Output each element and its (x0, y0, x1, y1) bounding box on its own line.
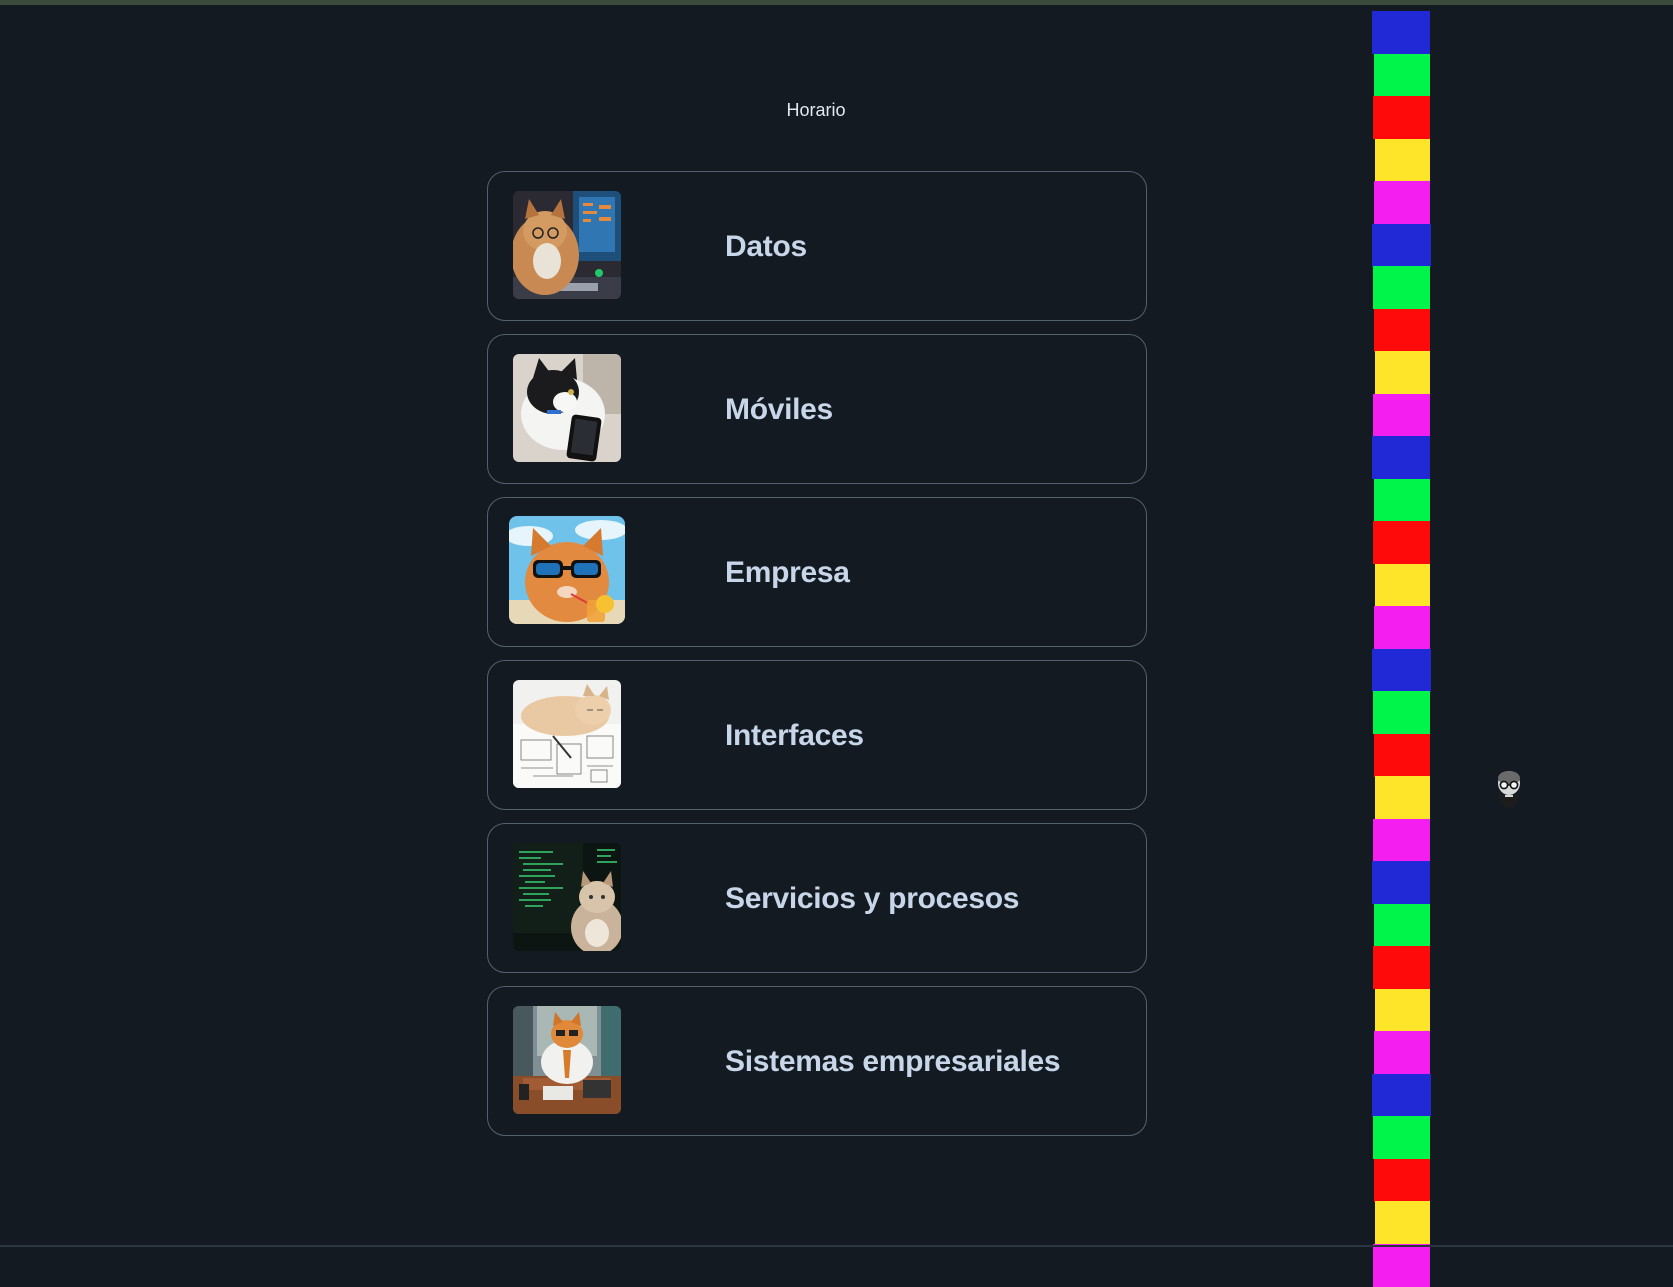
color-stripe-block (1372, 436, 1430, 479)
color-stripe-block (1372, 11, 1430, 54)
color-stripe-block (1374, 734, 1430, 777)
color-stripe-block (1372, 224, 1431, 267)
course-card-servicios[interactable]: Servicios y procesos (487, 823, 1147, 973)
color-stripe-block (1372, 649, 1431, 692)
bearded-man-avatar-icon[interactable] (1494, 769, 1524, 811)
course-image-sistemas (513, 1006, 621, 1114)
color-stripe-block (1373, 266, 1430, 309)
color-stripe-block (1372, 1074, 1431, 1117)
color-stripe-block (1374, 606, 1430, 649)
color-stripe-block (1374, 1031, 1430, 1074)
color-stripe-block (1375, 564, 1430, 607)
color-stripe-block (1372, 861, 1430, 904)
course-image-interfaces (513, 680, 621, 788)
course-image-moviles (513, 354, 621, 462)
color-stripe-block (1375, 351, 1430, 394)
color-stripe-block (1374, 309, 1430, 352)
color-stripe-block (1373, 946, 1430, 989)
course-list: Datos Móviles Empresa Interfaces Servici… (487, 171, 1147, 1149)
color-stripe-block (1375, 989, 1430, 1032)
course-label: Interfaces (725, 719, 864, 752)
color-stripe-block (1375, 776, 1430, 819)
color-stripe-block (1373, 691, 1430, 734)
course-label: Servicios y procesos (725, 882, 1020, 915)
course-card-datos[interactable]: Datos (487, 171, 1147, 321)
course-label: Sistemas empresariales (725, 1045, 1061, 1078)
color-stripe-block (1374, 479, 1430, 522)
course-image-servicios (513, 843, 621, 951)
course-label: Datos (725, 230, 807, 263)
course-card-sistemas[interactable]: Sistemas empresariales (487, 986, 1147, 1136)
course-card-empresa[interactable]: Empresa (487, 497, 1147, 647)
color-stripe-block (1374, 54, 1430, 97)
color-stripe-column (1372, 11, 1432, 1287)
course-image-datos (513, 191, 621, 299)
course-label: Móviles (725, 393, 833, 426)
color-stripe-block (1373, 819, 1430, 862)
course-label: Empresa (725, 556, 850, 589)
color-stripe-block (1375, 139, 1430, 182)
course-card-moviles[interactable]: Móviles (487, 334, 1147, 484)
color-stripe-block (1373, 1116, 1430, 1159)
color-stripe-block (1373, 521, 1430, 564)
top-window-strip (0, 0, 1673, 10)
color-stripe-block (1375, 1201, 1430, 1244)
color-stripe-block (1374, 1159, 1430, 1202)
color-stripe-block (1373, 1244, 1430, 1287)
color-stripe-block (1374, 181, 1430, 224)
color-stripe-block (1373, 394, 1430, 437)
bottom-divider (0, 1245, 1673, 1247)
color-stripe-block (1373, 96, 1430, 139)
color-stripe-block (1374, 904, 1430, 947)
course-card-interfaces[interactable]: Interfaces (487, 660, 1147, 810)
course-image-empresa (509, 516, 625, 624)
